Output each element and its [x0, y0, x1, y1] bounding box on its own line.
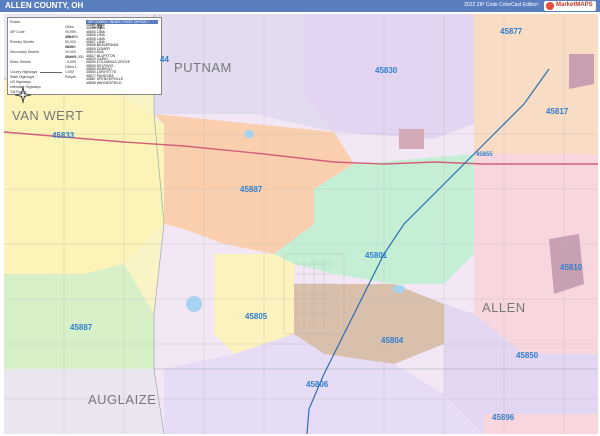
- map-title: ALLEN COUNTY, OH: [5, 1, 84, 10]
- map-legend: Roads Cities 99,999 - 499,999 ZIP Code C…: [7, 17, 162, 95]
- title-bar: ALLEN COUNTY, OH 2022 ZIP Code ColorCast…: [0, 0, 600, 12]
- zip-label: 45801: [365, 251, 388, 260]
- county-label-allen: ALLEN: [482, 300, 526, 315]
- map-frame: ALLEN COUNTY, OH 2022 ZIP Code ColorCast…: [0, 0, 600, 436]
- zip-label: 45805: [245, 312, 268, 321]
- legend-key: Roads Cities 99,999 - 499,999 ZIP Code C…: [10, 20, 85, 95]
- zip-label: 45806: [306, 380, 329, 389]
- county-label-putnam: PUTNAM: [174, 60, 232, 75]
- zip-label: 45877: [500, 27, 523, 36]
- brand-name: MarketMAPS: [556, 2, 593, 8]
- zip-index-table: ZIP CODES / INDEX / POST OFFICE / TYPE 4…: [86, 20, 158, 85]
- county-label-auglaize: AUGLAIZE: [88, 392, 157, 407]
- zip-label: 45850: [516, 351, 539, 360]
- brand-logo: MarketMAPS: [544, 1, 596, 11]
- zip-label: 44: [160, 55, 169, 64]
- zip-label: 45833: [52, 131, 75, 140]
- zip-label: 45896: [492, 413, 515, 422]
- compass-rose-icon: [14, 86, 32, 104]
- zip-label: 45817: [546, 107, 569, 116]
- zip-label: 45855: [476, 152, 493, 158]
- brand-icon: [546, 2, 554, 10]
- zip-label: 45830: [375, 66, 398, 75]
- zip-label: 45804: [381, 336, 404, 345]
- zip-label: 45810: [560, 263, 583, 272]
- zip-label: 45887: [240, 185, 263, 194]
- edition-label: 2022 ZIP Code ColorCast Edition: [464, 2, 538, 8]
- county-label-van-wert: VAN WERT: [12, 108, 84, 123]
- legend-line: [40, 72, 62, 73]
- zip-label: 45887: [70, 323, 93, 332]
- zip-index-row: 45896 WAYNESFIELD: [86, 80, 122, 85]
